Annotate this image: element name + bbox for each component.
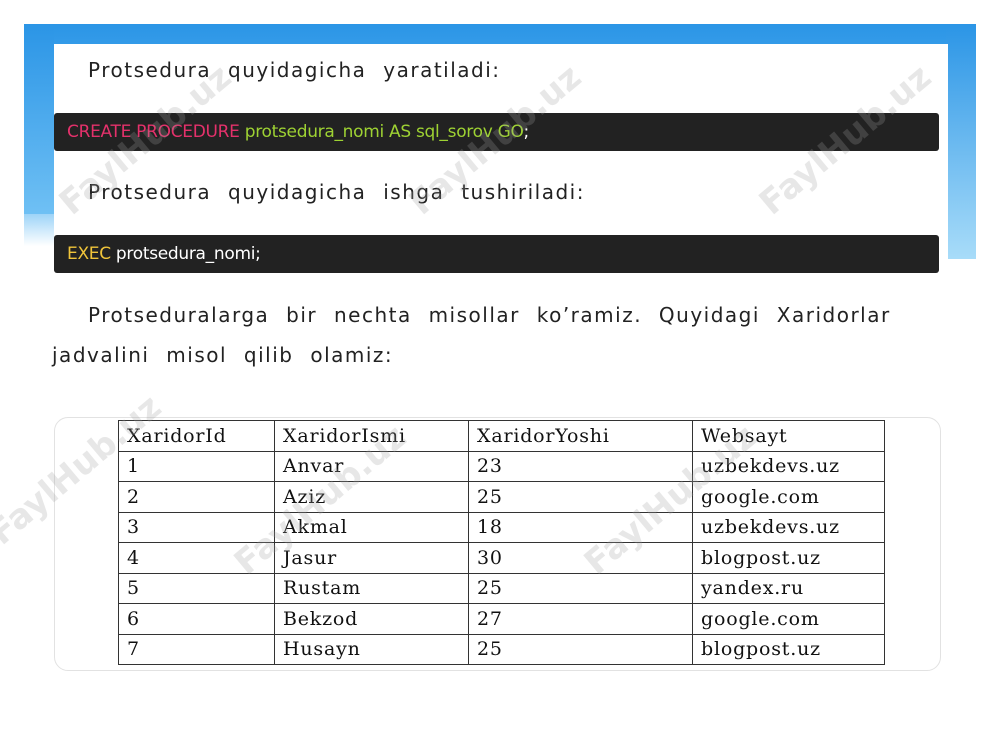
xaridorlar-table: XaridorId XaridorIsmi XaridorYoshi Websa… <box>118 420 885 665</box>
cell-age: 18 <box>468 511 693 543</box>
code-keyword-exec: EXEC <box>67 244 111 264</box>
cell-name: Rustam <box>274 572 469 604</box>
cell-website: uzbekdevs.uz <box>692 450 885 482</box>
examples-text-line1: Protseduralarga bir nechta misollar ko’r… <box>88 303 891 327</box>
table-row: 3 Akmal 18 uzbekdevs.uz <box>118 511 885 543</box>
table-row: 5 Rustam 25 yandex.ru <box>118 572 885 604</box>
column-header-age: XaridorYoshi <box>468 420 693 452</box>
exec-intro-text: Protsedura quyidagicha ishga tushiriladi… <box>88 180 585 204</box>
cell-website: blogpost.uz <box>692 542 885 574</box>
cell-name: Husayn <box>274 633 469 665</box>
slide-left-accent <box>24 24 54 214</box>
table-row: 6 Bekzod 27 google.com <box>118 603 885 635</box>
cell-age: 25 <box>468 633 693 665</box>
slide-right-accent <box>946 24 976 259</box>
cell-id: 4 <box>118 542 275 574</box>
cell-name: Anvar <box>274 450 469 482</box>
create-intro-text: Protsedura quyidagicha yaratiladi: <box>88 58 501 82</box>
table-row: 4 Jasur 30 blogpost.uz <box>118 542 885 574</box>
examples-text-line2: jadvalini misol qilib olamiz: <box>52 343 394 367</box>
cell-name: Bekzod <box>274 603 469 635</box>
table-row: 2 Aziz 25 google.com <box>118 481 885 513</box>
cell-id: 2 <box>118 481 275 513</box>
column-header-website: Websayt <box>692 420 885 452</box>
cell-age: 30 <box>468 542 693 574</box>
cell-id: 7 <box>118 633 275 665</box>
create-procedure-code: CREATE PROCEDURE protsedura_nomi AS sql_… <box>54 113 939 151</box>
cell-website: google.com <box>692 481 885 513</box>
cell-name: Jasur <box>274 542 469 574</box>
code-create-body: protsedura_nomi AS sql_sorov GO <box>239 122 524 142</box>
cell-website: uzbekdevs.uz <box>692 511 885 543</box>
cell-age: 27 <box>468 603 693 635</box>
table-row: 1 Anvar 23 uzbekdevs.uz <box>118 450 885 482</box>
cell-id: 3 <box>118 511 275 543</box>
code-create-end: ; <box>523 122 530 142</box>
cell-age: 25 <box>468 572 693 604</box>
column-header-id: XaridorId <box>118 420 275 452</box>
cell-age: 25 <box>468 481 693 513</box>
cell-id: 1 <box>118 450 275 482</box>
cell-website: google.com <box>692 603 885 635</box>
exec-procedure-code: EXEC protsedura_nomi; <box>54 235 939 273</box>
code-exec-body: protsedura_nomi; <box>110 244 261 264</box>
cell-name: Aziz <box>274 481 469 513</box>
table-header-row: XaridorId XaridorIsmi XaridorYoshi Websa… <box>118 420 885 452</box>
cell-age: 23 <box>468 450 693 482</box>
cell-id: 5 <box>118 572 275 604</box>
cell-website: blogpost.uz <box>692 633 885 665</box>
column-header-name: XaridorIsmi <box>274 420 469 452</box>
code-keyword-create: CREATE PROCEDURE <box>67 122 240 142</box>
table-row: 7 Husayn 25 blogpost.uz <box>118 633 885 665</box>
cell-id: 6 <box>118 603 275 635</box>
cell-website: yandex.ru <box>692 572 885 604</box>
cell-name: Akmal <box>274 511 469 543</box>
